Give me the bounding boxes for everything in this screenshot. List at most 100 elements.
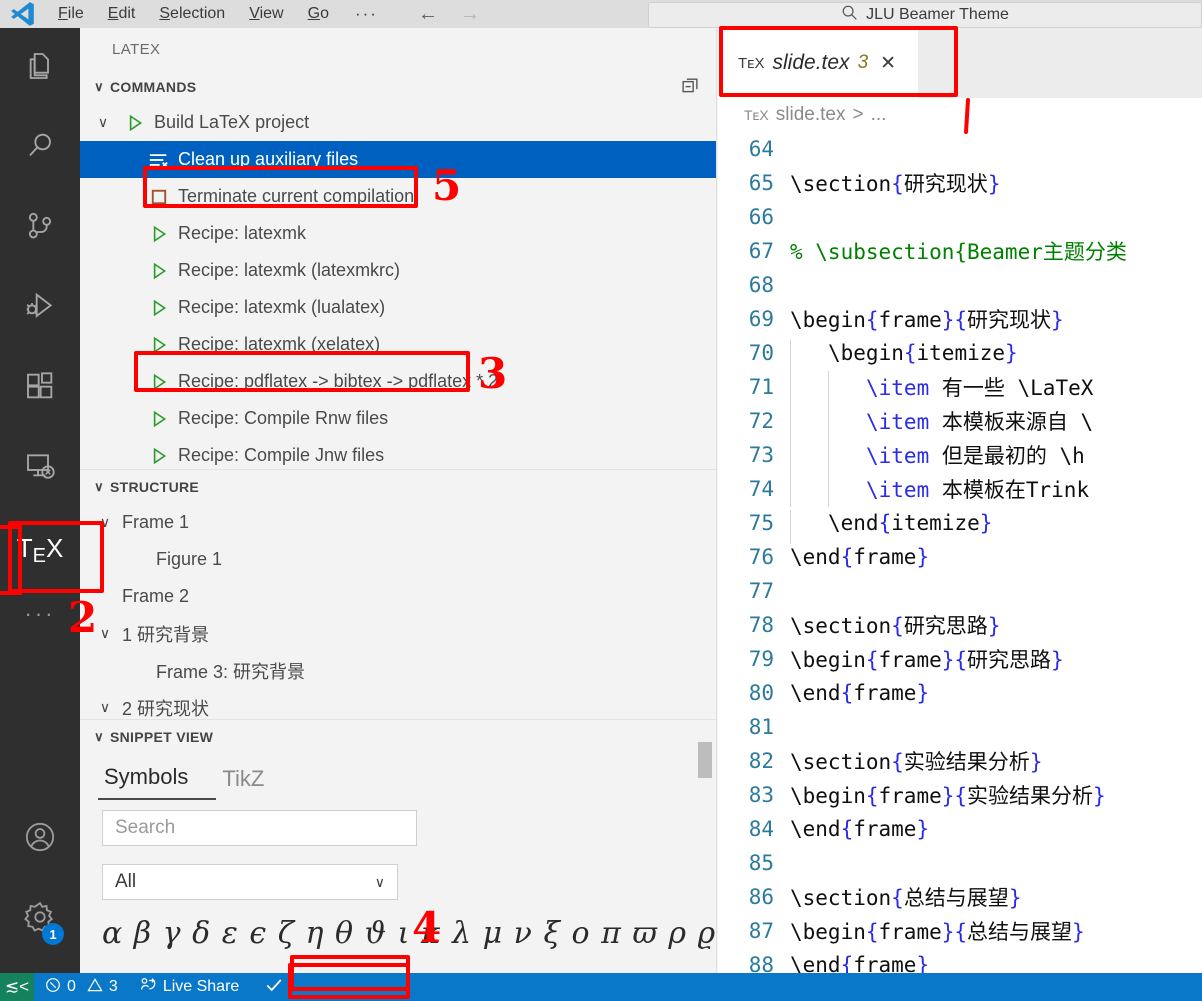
command-center[interactable]: JLU Beamer Theme <box>648 2 1202 28</box>
code-line-text: % \subsection{Beamer主题分类 <box>790 236 1127 266</box>
structure-row[interactable]: Figure 1 <box>80 541 716 578</box>
activity-item-search[interactable] <box>0 108 80 188</box>
code-line[interactable]: 70 \begin{itemize} <box>718 336 1202 374</box>
breadcrumb-ellipsis[interactable]: ... <box>871 104 887 126</box>
code-line[interactable]: 87 \begin{frame}{总结与展望} <box>718 914 1202 948</box>
chevron-down-icon[interactable]: ∨ <box>88 729 110 745</box>
chevron-down-icon[interactable]: ∨ <box>88 514 122 531</box>
code-line[interactable]: 69 \begin{frame}{研究现状} <box>718 302 1202 336</box>
code-line[interactable]: 85 <box>718 846 1202 880</box>
tab-symbols[interactable]: Symbols <box>98 764 217 800</box>
menu-view[interactable]: View <box>237 1 295 27</box>
stop-square-icon <box>142 187 176 207</box>
code-line[interactable]: 82 \section{实验结果分析} <box>718 744 1202 778</box>
menu-go[interactable]: Go <box>296 1 341 27</box>
structure-section-header[interactable]: ∨ STRUCTURE <box>80 470 716 504</box>
code-token: } <box>979 511 993 535</box>
code-line-text: \section{总结与展望} <box>790 882 1021 912</box>
structure-row[interactable]: Frame 3: 研究背景 <box>80 652 716 689</box>
code-line[interactable]: 71 \item 有一些 \LaTeX <box>718 370 1202 405</box>
activity-item-explorer[interactable] <box>0 28 80 108</box>
command-row[interactable]: Recipe: pdflatex -> bibtex -> pdflatex *… <box>80 363 716 400</box>
command-row[interactable]: Recipe: latexmk <box>80 215 716 252</box>
command-row[interactable]: ∨ Build LaTeX project <box>80 104 716 141</box>
snippet-section-header[interactable]: ∨ SNIPPET VIEW <box>80 720 716 754</box>
status-check[interactable] <box>250 973 295 1001</box>
code-line[interactable]: 66 <box>718 200 1202 234</box>
code-line[interactable]: 80 \end{frame} <box>718 676 1202 710</box>
code-line[interactable]: 77 <box>718 574 1202 608</box>
activity-item-account[interactable] <box>0 799 80 879</box>
menu-overflow-icon[interactable]: ··· <box>341 4 392 24</box>
code-line[interactable]: 64 <box>718 132 1202 166</box>
menu-view-rest: iew <box>259 5 284 22</box>
live-share-icon <box>140 976 157 998</box>
arrow-right-icon[interactable]: → <box>460 4 480 24</box>
code-line[interactable]: 72 \item 本模板来源自 \ <box>718 404 1202 439</box>
code-token: frame <box>853 681 917 705</box>
activity-item-extensions[interactable] <box>0 348 80 428</box>
close-icon[interactable]: ✕ <box>880 52 896 75</box>
code-line[interactable]: 86 \section{总结与展望} <box>718 880 1202 914</box>
snippet-filter-select[interactable]: All ∨ <box>102 864 398 900</box>
line-number: 79 <box>748 647 774 671</box>
menu-bar[interactable]: File Edit Selection View Go ··· <box>46 1 392 27</box>
menu-file[interactable]: File <box>46 1 96 27</box>
activity-more-icon[interactable]: ··· <box>0 588 80 640</box>
chevron-down-icon[interactable]: ∨ <box>88 625 122 642</box>
collapse-all-icon[interactable] <box>680 76 700 99</box>
activity-item-remote-explorer[interactable] <box>0 428 80 508</box>
remote-indicator-icon[interactable]: ≲< <box>0 973 34 1001</box>
code-token: % \subsection{Beamer主题分类 <box>790 240 1127 264</box>
greek-symbols-row[interactable]: α β γ δ ε ϵ ζ η θ ϑ ι κ λ μ ν ξ ο π ϖ ρ … <box>102 916 716 951</box>
structure-row[interactable]: ∨ 1 研究背景 <box>80 615 716 652</box>
warning-icon <box>87 977 103 998</box>
activity-item-settings[interactable]: 1 <box>0 879 80 959</box>
command-row[interactable]: Recipe: latexmk (lualatex) <box>80 289 716 326</box>
structure-row[interactable]: Frame 2 <box>80 578 716 615</box>
activity-item-latex-workshop[interactable]: TEX <box>0 508 80 588</box>
code-line[interactable]: 78 \section{研究思路} <box>718 608 1202 642</box>
breadcrumb-file[interactable]: slide.tex <box>776 104 846 126</box>
snippet-search-input[interactable]: Search <box>102 810 417 846</box>
editor-tab-slide-tex[interactable]: TᴇX slide.tex 3 ✕ <box>718 28 918 98</box>
code-line[interactable]: 74 \item 本模板在Trink <box>718 472 1202 507</box>
code-token: { <box>891 750 904 774</box>
code-line[interactable]: 81 <box>718 710 1202 744</box>
code-line[interactable]: 84 \end{frame} <box>718 812 1202 846</box>
code-editor[interactable]: 64 65 \section{研究现状} 66 67% \subsection{Beam… <box>718 132 1202 973</box>
code-token: \begin <box>790 648 866 672</box>
tab-tikz[interactable]: TikZ <box>216 766 286 800</box>
arrow-left-icon[interactable]: ← <box>418 4 438 24</box>
code-line[interactable]: 73 \item 但是最初的 \h <box>718 438 1202 473</box>
command-row[interactable]: Recipe: Compile Jnw files <box>80 437 716 469</box>
chevron-down-icon[interactable]: ∨ <box>88 699 122 716</box>
command-row[interactable]: Recipe: latexmk (xelatex) <box>80 326 716 363</box>
menu-edit[interactable]: Edit <box>96 1 148 27</box>
chevron-down-icon[interactable]: ∨ <box>88 479 110 495</box>
structure-row[interactable]: ∨ Frame 1 <box>80 504 716 541</box>
status-problems[interactable]: 0 3 <box>34 973 129 1001</box>
code-line[interactable]: 65 \section{研究现状} <box>718 166 1202 200</box>
play-icon <box>142 298 176 318</box>
structure-row[interactable]: ∨ 2 研究现状 <box>80 689 716 719</box>
code-line[interactable]: 79 \begin{frame}{研究思路} <box>718 642 1202 676</box>
command-row[interactable]: Recipe: latexmk (latexmkrc) <box>80 252 716 289</box>
code-line[interactable]: 75 \end{itemize} <box>718 506 1202 544</box>
command-row[interactable]: Terminate current compilation <box>80 178 716 215</box>
code-line[interactable]: 88 \end{frame} <box>718 948 1202 973</box>
chevron-down-icon[interactable]: ∨ <box>88 79 110 95</box>
activity-item-source-control[interactable] <box>0 188 80 268</box>
commands-section-header[interactable]: ∨ COMMANDS <box>80 70 716 104</box>
snippet-scrollbar[interactable] <box>698 742 712 778</box>
menu-selection[interactable]: Selection <box>147 1 237 27</box>
code-line[interactable]: 67 % \subsection{Beamer主题分类 <box>718 234 1202 268</box>
code-line[interactable]: 68 <box>718 268 1202 302</box>
status-live-share[interactable]: Live Share <box>129 973 251 1001</box>
code-line[interactable]: 83 \begin{frame}{实验结果分析} <box>718 778 1202 812</box>
code-line[interactable]: 76 \end{frame} <box>718 540 1202 574</box>
command-row[interactable]: Clean up auxiliary files <box>80 141 716 178</box>
command-row[interactable]: Recipe: Compile Rnw files <box>80 400 716 437</box>
activity-item-run-and-debug[interactable] <box>0 268 80 348</box>
chevron-down-icon[interactable]: ∨ <box>88 114 118 131</box>
